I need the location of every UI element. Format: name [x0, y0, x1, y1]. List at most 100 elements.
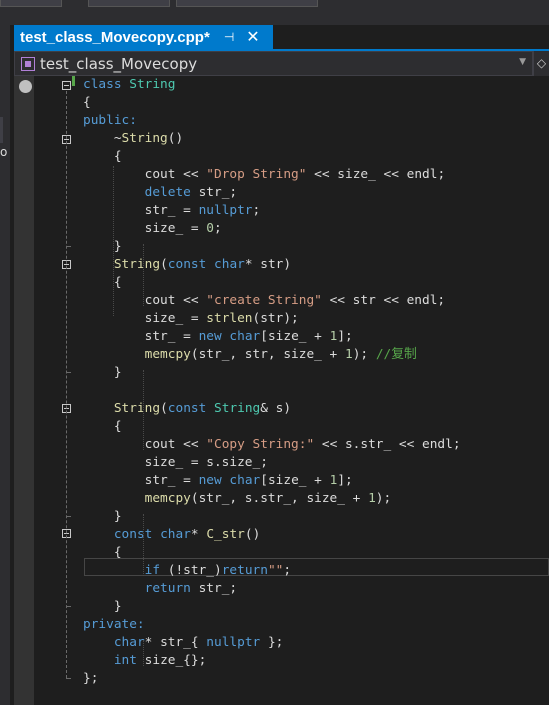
breakpoint-icon[interactable] [19, 80, 32, 93]
code-line[interactable]: } [83, 238, 122, 256]
code-token: ]; [337, 473, 353, 488]
code-line[interactable]: String(const char* str) [83, 256, 291, 274]
code-token: [size_ + [260, 329, 330, 344]
code-token: ]; [337, 329, 353, 344]
code-line[interactable]: delete str_; [83, 184, 237, 202]
code-token: "" [267, 563, 284, 578]
code-token: * str_{ [144, 635, 207, 650]
code-token: const [167, 257, 207, 272]
code-line[interactable]: } [83, 364, 122, 382]
code-token: () [167, 131, 184, 146]
code-line[interactable]: { [83, 94, 91, 112]
code-line[interactable]: { [83, 274, 122, 292]
code-token: char [160, 527, 191, 542]
code-line[interactable]: size_ = strlen(str); [83, 310, 299, 328]
indent-guide [143, 244, 144, 306]
code-token: * [190, 527, 207, 542]
close-icon[interactable]: ✕ [246, 29, 259, 45]
code-token: "Drop String" [206, 167, 307, 182]
code-line[interactable]: private: [83, 616, 145, 634]
code-line[interactable]: size_ = 0; [83, 220, 222, 238]
code-token: "create String" [206, 293, 322, 308]
code-line[interactable]: memcpy(str_, s.str_, size_ + 1); [83, 490, 392, 508]
indent-guide [143, 514, 144, 576]
code-line[interactable]: str_ = new char[size_ + 1]; [83, 472, 353, 490]
pin-icon[interactable]: ⊣ [224, 30, 234, 44]
toolbar-ghost-tab-3 [0, 0, 62, 7]
code-line[interactable]: class String [83, 76, 175, 94]
code-token: * str) [244, 257, 292, 272]
document-tab[interactable]: test_class_Movecopy.cpp* ⊣ ✕ [14, 25, 273, 49]
code-token: & s) [260, 401, 292, 416]
code-token: } [83, 239, 122, 254]
code-token: (str_, s.str_, size_ + [190, 491, 369, 506]
code-token: String [113, 401, 161, 416]
code-token: cout << [83, 167, 207, 182]
code-token: nullptr [198, 203, 253, 218]
code-line[interactable]: }; [83, 670, 98, 688]
code-token: size_ = [83, 311, 207, 326]
code-line[interactable]: char* str_{ nullptr }; [83, 634, 284, 652]
code-line[interactable]: return str_; [83, 580, 237, 598]
code-line[interactable]: cout << "Drop String" << size_ << endl; [83, 166, 446, 184]
code-token: String [129, 77, 176, 92]
code-token: { [83, 95, 91, 110]
fold-guide-class [66, 91, 68, 678]
code-line[interactable]: const char* C_str() [83, 526, 260, 544]
code-token: str_ = [83, 473, 199, 488]
fold-end-tick [66, 678, 71, 679]
code-token: strlen [206, 311, 253, 326]
code-token: nullptr [206, 635, 261, 650]
code-token: class [83, 77, 130, 92]
fold-toggle-class[interactable] [62, 81, 71, 90]
edge-letter: o [0, 145, 8, 159]
member-icon: ◇ [536, 56, 547, 70]
code-token: << str << endl; [321, 293, 446, 308]
code-token: size_ [337, 167, 376, 182]
code-token: private: [83, 617, 145, 632]
code-token: char [229, 473, 261, 488]
code-line[interactable]: String(const String& s) [83, 400, 291, 418]
code-line[interactable]: cout << "create String" << str << endl; [83, 292, 446, 310]
code-line[interactable]: size_ = s.size_; [83, 454, 268, 472]
code-line[interactable]: } [83, 598, 122, 616]
code-token: delete [144, 185, 191, 200]
code-line[interactable]: str_ = new char[size_ + 1]; [83, 328, 353, 346]
code-line[interactable]: cout << "Copy String:" << s.str_ << endl… [83, 436, 461, 454]
code-line[interactable]: int size_{}; [83, 652, 206, 670]
code-token: [size_ + [260, 473, 330, 488]
code-token: int [113, 653, 137, 668]
code-line[interactable]: { [83, 418, 122, 436]
code-line[interactable]: str_ = nullptr; [83, 202, 261, 220]
code-token: char [113, 635, 145, 650]
code-line[interactable]: ~String() [83, 130, 183, 148]
solution-explorer-edge: o [0, 25, 10, 705]
scope-dropdown[interactable]: test_class_Movecopy ▼ [14, 51, 533, 76]
code-token: }; [260, 635, 284, 650]
code-token: //复制 [375, 347, 417, 362]
code-line[interactable]: { [83, 148, 122, 166]
code-token: (str_, str, size_ + [190, 347, 345, 362]
member-dropdown[interactable]: ◇ [533, 51, 549, 76]
code-token: } [83, 599, 122, 614]
code-token: memcpy [144, 491, 191, 506]
code-token: ; [283, 563, 292, 578]
code-line[interactable]: if (!str_)return""; [83, 562, 291, 580]
code-line[interactable]: } [83, 508, 122, 526]
code-token: 1 [344, 347, 353, 362]
class-icon [21, 56, 35, 71]
code-editor[interactable]: class String{public: ~String() { cout <<… [76, 76, 549, 705]
code-token: str_ = [83, 329, 199, 344]
code-line[interactable]: public: [83, 112, 137, 130]
code-line[interactable]: memcpy(str_, str, size_ + 1); //复制 [83, 346, 417, 364]
chevron-down-icon[interactable]: ▼ [519, 57, 526, 67]
code-line[interactable]: { [83, 544, 122, 562]
